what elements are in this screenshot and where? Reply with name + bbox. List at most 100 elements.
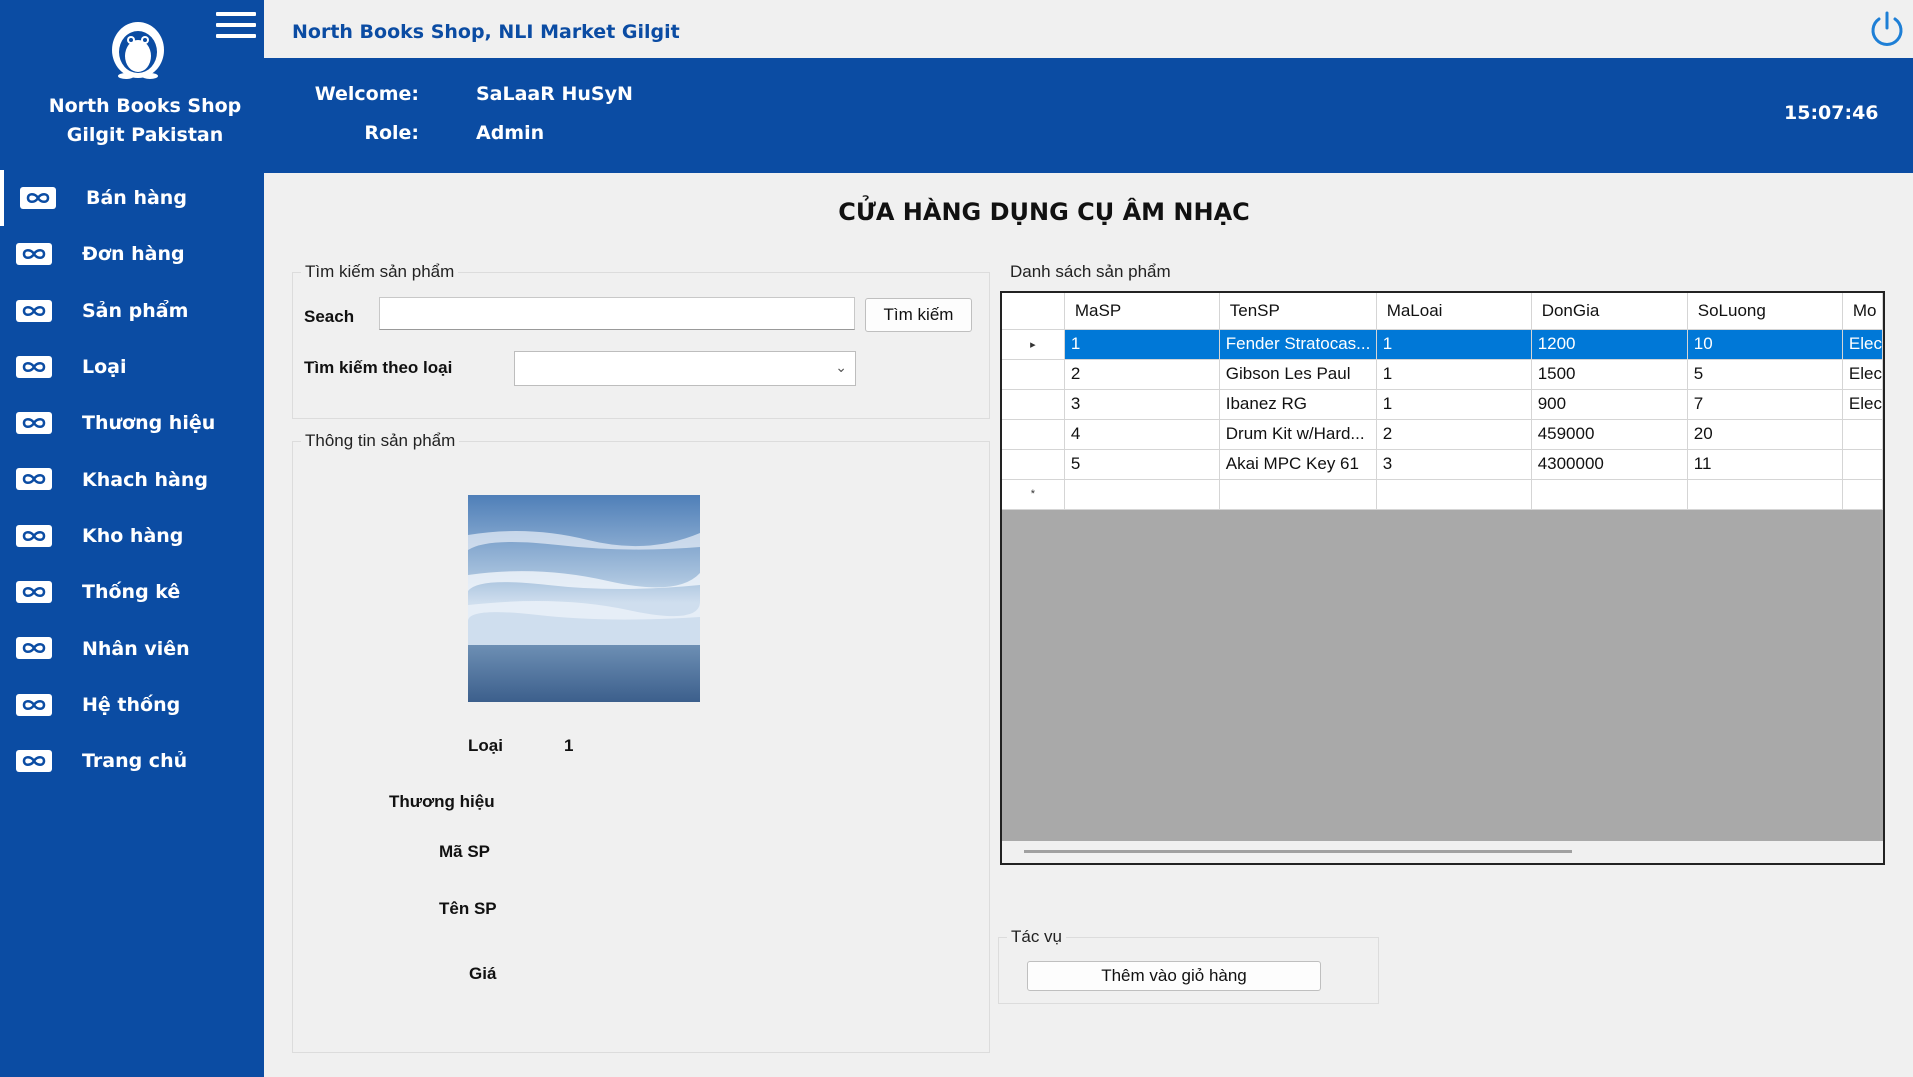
thuong-hieu-label: Thương hiệu — [389, 792, 495, 811]
table-row[interactable]: 3 Ibanez RG 1 900 7 Elec — [1002, 389, 1883, 420]
sidebar-item-nhan-vien[interactable]: Nhân viên — [0, 620, 264, 676]
table-cell[interactable]: Elec — [1842, 389, 1883, 420]
search-input[interactable] — [379, 297, 855, 330]
table-cell[interactable]: 5 — [1687, 359, 1843, 390]
sidebar-item-kho-hang[interactable]: Kho hàng — [0, 508, 264, 564]
table-cell[interactable]: Drum Kit w/Hard... — [1219, 419, 1377, 450]
selected-row-marker-icon[interactable]: ▸ — [1002, 329, 1065, 360]
welcome-value: SaLaaR HuSyN — [476, 83, 633, 105]
table-cell[interactable]: Ibanez RG — [1219, 389, 1377, 420]
infinity-badge-icon — [16, 412, 52, 435]
role-label: Role: — [364, 122, 419, 144]
table-cell[interactable]: 1 — [1376, 359, 1532, 390]
table-cell[interactable] — [1842, 449, 1883, 480]
sidebar-item-khach-hang[interactable]: Khach hàng — [0, 451, 264, 507]
sidebar-item-label: Bán hàng — [86, 187, 187, 210]
table-cell[interactable]: 900 — [1531, 389, 1688, 420]
table-cell[interactable] — [1376, 479, 1532, 510]
category-select[interactable]: ⌄ — [514, 351, 856, 386]
table-cell[interactable]: 2 — [1064, 359, 1220, 390]
power-icon[interactable] — [1868, 10, 1906, 48]
column-header[interactable]: MaSP — [1064, 293, 1220, 330]
infinity-badge-icon — [16, 299, 52, 322]
column-header[interactable]: TenSP — [1219, 293, 1377, 330]
table-cell[interactable]: 3 — [1064, 389, 1220, 420]
table-cell[interactable] — [1064, 479, 1220, 510]
table-cell[interactable]: 1 — [1376, 389, 1532, 420]
sidebar-item-trang-chu[interactable]: Trang chủ — [0, 733, 264, 789]
sidebar-item-don-hang[interactable]: Đơn hàng — [0, 226, 264, 282]
row-header[interactable] — [1002, 449, 1065, 480]
sidebar-item-loai[interactable]: Loại — [0, 339, 264, 395]
sidebar-item-he-thong[interactable]: Hệ thống — [0, 677, 264, 733]
table-cell[interactable] — [1842, 419, 1883, 450]
table-cell[interactable]: 11 — [1687, 449, 1843, 480]
menu-toggle-button[interactable] — [216, 12, 256, 44]
table-cell[interactable]: 3 — [1376, 449, 1532, 480]
gia-label: Giá — [469, 964, 497, 983]
table-cell[interactable]: 7 — [1687, 389, 1843, 420]
add-to-cart-button[interactable]: Thêm vào giỏ hàng — [1027, 961, 1321, 991]
sidebar-item-ban-hang[interactable]: Bán hàng — [0, 170, 264, 227]
table-row[interactable]: 4 Drum Kit w/Hard... 2 459000 20 — [1002, 419, 1883, 450]
table-row[interactable]: ▸ 1 Fender Stratocas... 1 1200 10 Elec — [1002, 329, 1883, 360]
table-cell[interactable]: 5 — [1064, 449, 1220, 480]
table-row[interactable]: 5 Akai MPC Key 61 3 4300000 11 — [1002, 449, 1883, 480]
infinity-badge-icon — [16, 524, 52, 547]
column-header[interactable]: MaLoai — [1376, 293, 1532, 330]
table-cell[interactable]: 4300000 — [1531, 449, 1688, 480]
new-row[interactable]: * — [1002, 479, 1883, 510]
table-cell[interactable]: Akai MPC Key 61 — [1219, 449, 1377, 480]
table-cell[interactable] — [1842, 479, 1883, 510]
role-value: Admin — [476, 122, 545, 144]
table-cell[interactable]: 1 — [1376, 329, 1532, 360]
product-grid[interactable]: MaSP TenSP MaLoai DonGia SoLuong Mo ▸ 1 … — [1000, 291, 1885, 865]
column-header[interactable]: SoLuong — [1687, 293, 1843, 330]
infinity-badge-icon — [20, 187, 56, 209]
table-cell[interactable]: Elec — [1842, 329, 1883, 360]
new-row-marker-icon[interactable]: * — [1002, 479, 1065, 510]
table-cell[interactable] — [1531, 479, 1688, 510]
page-title: CỬA HÀNG DỤNG CỤ ÂM NHẠC — [838, 198, 1250, 226]
table-cell[interactable]: Fender Stratocas... — [1219, 329, 1377, 360]
table-cell[interactable]: 1200 — [1531, 329, 1688, 360]
table-cell[interactable]: 1500 — [1531, 359, 1688, 390]
app-title: North Books Shop, NLI Market Gilgit — [292, 21, 680, 43]
table-cell[interactable]: 10 — [1687, 329, 1843, 360]
infinity-badge-icon — [16, 468, 52, 491]
row-header[interactable] — [1002, 389, 1065, 420]
column-header[interactable]: Mo — [1842, 293, 1883, 330]
table-cell[interactable]: 1 — [1064, 329, 1220, 360]
infinity-badge-icon — [16, 581, 52, 604]
table-cell[interactable]: 2 — [1376, 419, 1532, 450]
shop-name: North Books Shop Gilgit Pakistan — [0, 92, 290, 150]
table-cell[interactable]: 4 — [1064, 419, 1220, 450]
search-button[interactable]: Tìm kiếm — [865, 298, 972, 332]
table-cell[interactable]: Elec — [1842, 359, 1883, 390]
infinity-badge-icon — [16, 749, 52, 772]
table-cell[interactable]: Gibson Les Paul — [1219, 359, 1377, 390]
row-header[interactable] — [1002, 419, 1065, 450]
sidebar-item-thuong-hieu[interactable]: Thương hiệu — [0, 395, 264, 451]
loai-label: Loại — [468, 736, 503, 755]
sidebar-item-thong-ke[interactable]: Thống kê — [0, 564, 264, 620]
group-caption: Danh sách sản phẩm — [1006, 262, 1175, 282]
sidebar-item-san-pham[interactable]: Sản phẩm — [0, 283, 264, 339]
table-row[interactable]: 2 Gibson Les Paul 1 1500 5 Elec — [1002, 359, 1883, 390]
scrollbar-thumb[interactable] — [1024, 850, 1572, 853]
sidebar-item-label: Hệ thống — [82, 693, 181, 716]
table-cell[interactable] — [1219, 479, 1377, 510]
column-header[interactable]: DonGia — [1531, 293, 1688, 330]
row-header[interactable] — [1002, 359, 1065, 390]
hamburger-line — [216, 12, 256, 16]
sidebar-item-label: Trang chủ — [82, 750, 188, 773]
table-cell[interactable] — [1687, 479, 1843, 510]
sidebar-item-label: Nhân viên — [82, 637, 190, 660]
table-cell[interactable]: 20 — [1687, 419, 1843, 450]
table-header-row: MaSP TenSP MaLoai DonGia SoLuong Mo — [1002, 293, 1883, 330]
user-header: Welcome: SaLaaR HuSyN Role: Admin 15:07:… — [264, 58, 1913, 173]
table-cell[interactable]: 459000 — [1531, 419, 1688, 450]
product-photo-sky-sea — [468, 495, 700, 702]
horizontal-scrollbar[interactable] — [1002, 841, 1883, 863]
sidebar-nav: Bán hàng Đơn hàng Sản phẩm Loại Thương h… — [0, 170, 264, 789]
